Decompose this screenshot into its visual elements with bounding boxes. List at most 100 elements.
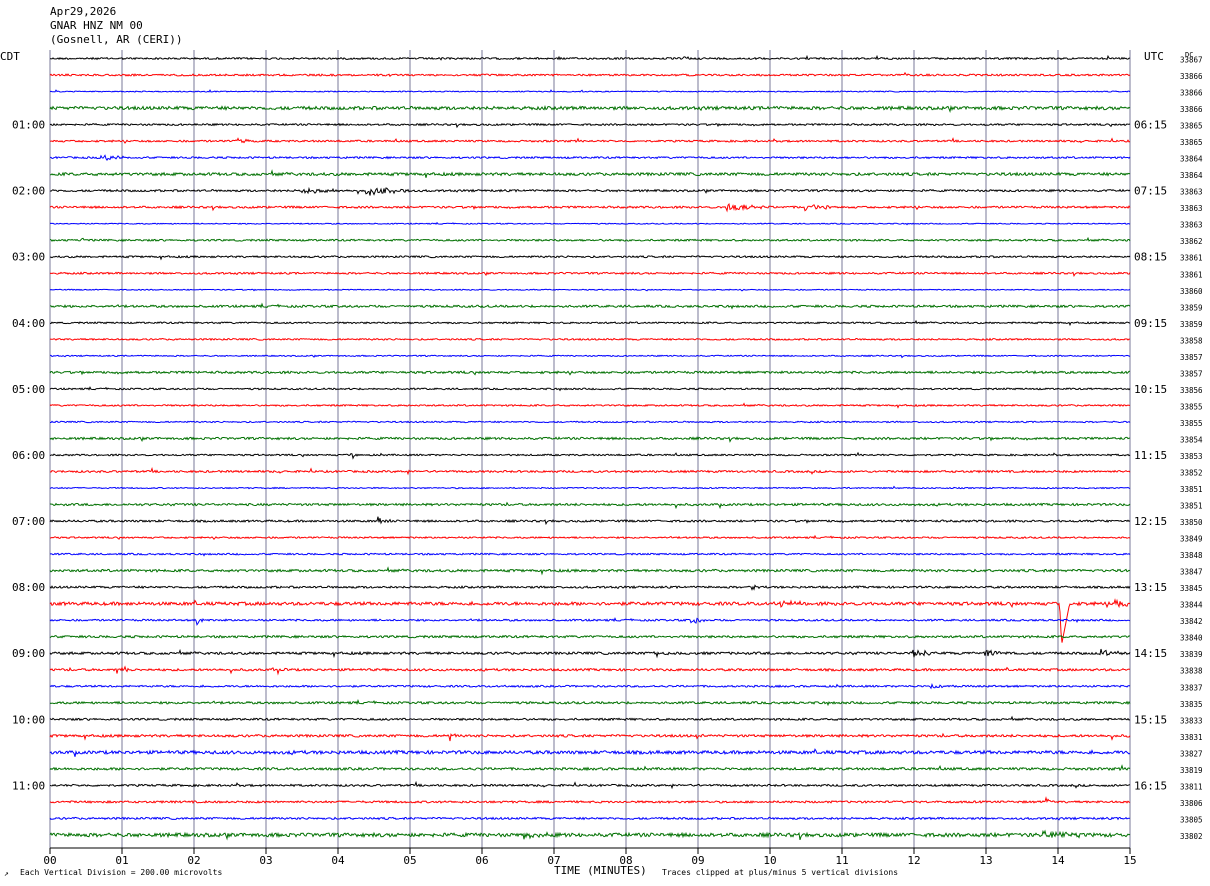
helicorder-plot: 00 01 02 03 04 05 06 07 08 09 10 11 12 13 14 15 01:0002…: [0, 50, 1203, 878]
dc-offset-label: 33865: [1180, 138, 1203, 147]
seismic-traces: [49, 54, 1131, 841]
left-hour-label: 01:00: [12, 119, 45, 132]
dc-offset-label: 33847: [1180, 568, 1203, 577]
right-hour-label: 15:15: [1134, 713, 1167, 726]
left-time-labels: 01:00 02:00 03:00 04:00 05:00 06:00 07:00 08:00…: [12, 119, 45, 793]
x-axis-title: TIME (MINUTES): [554, 864, 647, 877]
dc-offset-label: 33863: [1180, 188, 1203, 197]
x-tick-label: 15: [1123, 854, 1136, 867]
right-hour-label: 16:15: [1134, 779, 1167, 792]
trace-row-37: [49, 648, 1131, 659]
trace-row-7: [50, 154, 1131, 161]
dc-offset-label: 33859: [1180, 303, 1203, 312]
trace-row-21: [49, 386, 1131, 392]
dc-offset-labels: 3386733866338663386633865338653386433864…: [1180, 56, 1203, 841]
dc-offset-label: 33857: [1180, 353, 1203, 362]
vertical-grid: [49, 50, 1131, 848]
trace-row-18: [49, 337, 1131, 341]
trace-row-12: [49, 236, 1131, 243]
left-hour-label: 07:00: [12, 515, 45, 528]
dc-offset-label: 33838: [1180, 667, 1203, 676]
trace-row-35: [49, 617, 1131, 626]
left-hour-label: 06:00: [12, 449, 45, 462]
trace-row-6: [49, 137, 1131, 144]
dc-offset-label: 33866: [1180, 72, 1203, 81]
right-hour-label: 14:15: [1134, 647, 1167, 660]
right-hour-label: 09:15: [1134, 317, 1167, 330]
dc-offset-label: 33845: [1180, 584, 1203, 593]
x-tick-label: 01: [115, 854, 128, 867]
trace-row-17: [49, 319, 1131, 327]
trace-row-41: [49, 715, 1131, 722]
dc-offset-label: 33866: [1180, 89, 1203, 98]
scale-marker-icon: ↗: [4, 869, 9, 878]
left-hour-label: 05:00: [12, 383, 45, 396]
trace-row-22: [49, 402, 1131, 409]
dc-offset-label: 33840: [1180, 634, 1203, 643]
dc-offset-label: 33835: [1180, 700, 1203, 709]
trace-row-32: [49, 566, 1131, 576]
trace-row-31: [49, 552, 1131, 557]
trace-row-20: [49, 370, 1131, 376]
x-tick-label: 11: [835, 854, 848, 867]
vertical-scale-note: Each Vertical Division = 200.00 microvol…: [20, 868, 222, 877]
trace-row-15: [49, 288, 1131, 292]
trace-row-24: [49, 436, 1131, 443]
dc-offset-label: 33865: [1180, 122, 1203, 131]
right-hour-label: 13:15: [1134, 581, 1167, 594]
trace-row-48: [49, 829, 1131, 841]
dc-offset-label: 33858: [1180, 336, 1203, 345]
x-tick-label: 02: [187, 854, 200, 867]
trace-row-16: [49, 302, 1131, 310]
right-hour-label: 12:15: [1134, 515, 1167, 528]
trace-row-45: [49, 780, 1131, 790]
dc-offset-label: 33861: [1180, 270, 1203, 279]
x-tick-label: 03: [259, 854, 272, 867]
trace-row-3: [49, 89, 1131, 93]
trace-row-38: [49, 665, 1131, 676]
dc-offset-label: 33833: [1180, 716, 1203, 725]
trace-row-33: [49, 584, 1131, 591]
trace-row-42: [49, 732, 1131, 742]
dc-offset-label: 33852: [1180, 469, 1203, 478]
dc-offset-label: 33855: [1180, 419, 1203, 428]
trace-row-29: [49, 516, 1131, 526]
trace-row-30: [49, 534, 1131, 541]
dc-offset-label: 33839: [1180, 650, 1203, 659]
dc-offset-label: 33837: [1180, 683, 1203, 692]
dc-offset-label: 33863: [1180, 221, 1203, 230]
trace-row-9: [49, 186, 1131, 196]
left-hour-label: 03:00: [12, 251, 45, 264]
left-hour-label: 08:00: [12, 581, 45, 594]
trace-row-36: [49, 634, 1131, 639]
right-hour-label: 07:15: [1134, 185, 1167, 198]
trace-row-39: [49, 683, 1131, 690]
right-hour-label: 11:15: [1134, 449, 1167, 462]
dc-offset-label: 33827: [1180, 749, 1203, 758]
dc-offset-label: 33819: [1180, 766, 1203, 775]
dc-offset-label: 33802: [1180, 832, 1203, 841]
trace-row-2: [49, 71, 1131, 78]
trace-row-10: [49, 202, 1131, 213]
trace-row-40: [49, 699, 1131, 707]
trace-row-13: [49, 254, 1131, 261]
dc-offset-label: 33853: [1180, 452, 1203, 461]
left-hour-label: 09:00: [12, 647, 45, 660]
left-hour-label: 04:00: [12, 317, 45, 330]
dc-offset-label: 33848: [1180, 551, 1203, 560]
dc-offset-label: 33831: [1180, 733, 1203, 742]
x-tick-label: 09: [691, 854, 704, 867]
dc-offset-label: 33811: [1180, 782, 1203, 791]
left-hour-label: 10:00: [12, 713, 45, 726]
dc-offset-label: 33851: [1180, 502, 1203, 511]
dc-offset-label: 33864: [1180, 155, 1203, 164]
trace-row-5: [49, 122, 1131, 129]
trace-row-8: [49, 169, 1131, 178]
dc-offset-label: 33805: [1180, 815, 1203, 824]
trace-row-28: [49, 501, 1131, 510]
x-tick-label: 12: [907, 854, 920, 867]
dc-offset-label: 33842: [1180, 617, 1203, 626]
trace-row-14: [49, 271, 1131, 277]
dc-offset-label: 33849: [1180, 535, 1203, 544]
x-tick-label: 10: [763, 854, 776, 867]
